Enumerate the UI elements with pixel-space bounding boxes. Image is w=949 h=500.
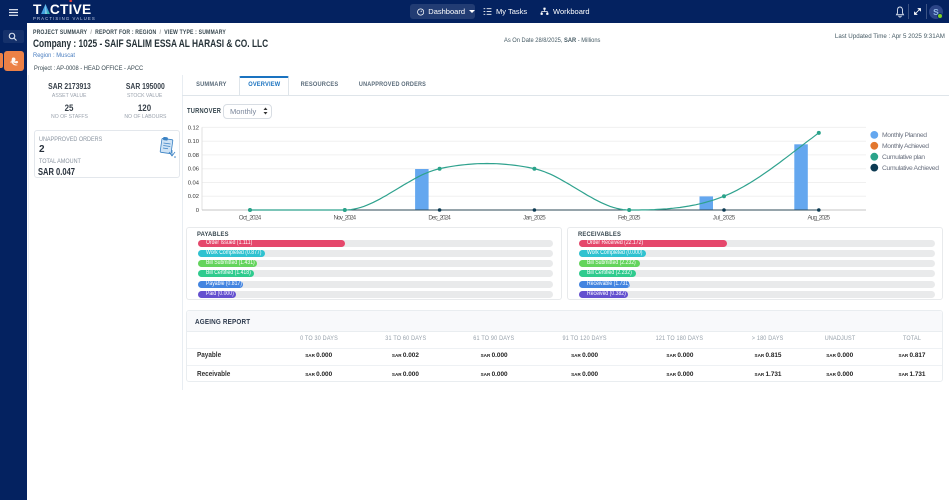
svg-text:0.06: 0.06 [188,167,199,173]
svg-text:Nov_2024: Nov_2024 [334,215,357,222]
svg-text:0.02: 0.02 [188,194,199,200]
svg-text:Jul_2025: Jul_2025 [713,215,736,222]
svg-text:0.04: 0.04 [188,181,200,187]
svg-text:Feb_2025: Feb_2025 [618,215,641,222]
svg-text:0.08: 0.08 [188,153,199,159]
svg-text:Cumulative plan: Cumulative plan [882,154,925,161]
svg-text:0.10: 0.10 [188,139,199,145]
svg-text:Jan_2025: Jan_2025 [523,215,546,222]
svg-text:Monthly Achieved: Monthly Achieved [882,143,929,150]
svg-text:Aug_2025: Aug_2025 [808,215,831,222]
svg-text:0.12: 0.12 [188,125,199,131]
svg-text:Dec_2024: Dec_2024 [428,215,451,222]
svg-text:Oct_2024: Oct_2024 [239,215,262,222]
svg-text:Monthly Planned: Monthly Planned [882,132,927,139]
svg-text:0: 0 [196,208,199,214]
svg-text:Cumulative Achieved: Cumulative Achieved [882,165,939,172]
